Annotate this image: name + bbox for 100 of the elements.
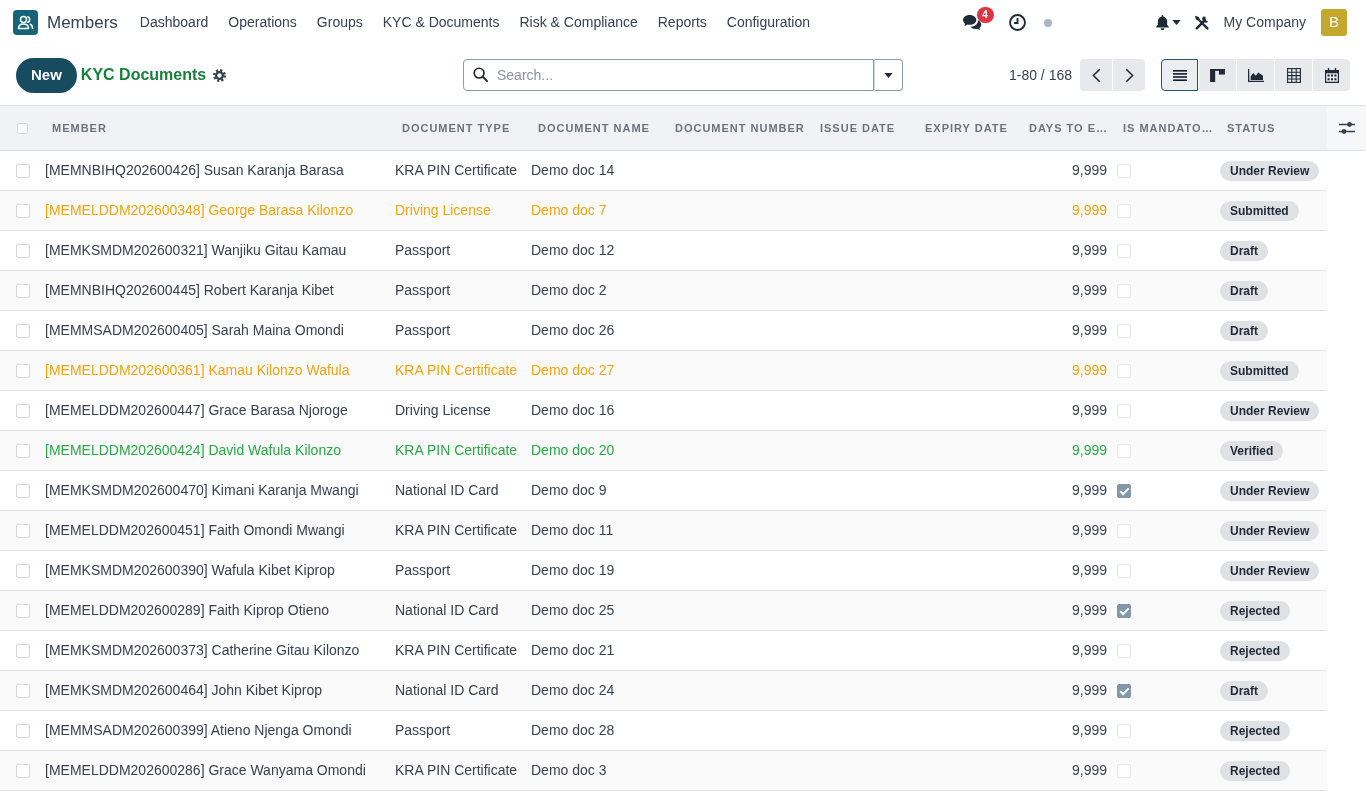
status-badge: Under Review bbox=[1220, 160, 1320, 181]
column-header[interactable]: DOCUMENT TYPE bbox=[390, 106, 526, 150]
previous-page-button[interactable] bbox=[1080, 59, 1112, 91]
table-cell: Demo doc 14 bbox=[526, 150, 663, 190]
gear-icon[interactable] bbox=[213, 68, 227, 82]
status-badge: Rejected bbox=[1220, 760, 1291, 781]
company-name[interactable]: My Company bbox=[1223, 12, 1306, 33]
table-cell: National ID Card bbox=[390, 590, 526, 630]
row-checkbox[interactable] bbox=[16, 363, 30, 378]
status-badge: Submitted bbox=[1220, 200, 1299, 221]
row-checkbox[interactable] bbox=[16, 763, 30, 778]
table-cell: 9,999 bbox=[1017, 750, 1111, 790]
row-checkbox[interactable] bbox=[16, 723, 30, 738]
row-checkbox[interactable] bbox=[16, 283, 30, 298]
table-cell: Demo doc 28 bbox=[526, 710, 663, 750]
tools-icon[interactable] bbox=[1193, 14, 1210, 31]
menu-item[interactable]: Configuration bbox=[716, 12, 821, 33]
column-header[interactable]: DOCUMENT NAME bbox=[526, 106, 663, 150]
row-checkbox[interactable] bbox=[16, 323, 30, 338]
checkbox[interactable] bbox=[1117, 603, 1131, 618]
status-badge: Verified bbox=[1220, 440, 1284, 461]
table-cell: [MEMMSADM202600405] Sarah Maina Omondi bbox=[40, 310, 390, 350]
table-cell: KRA PIN Certificate bbox=[390, 430, 526, 470]
status-badge: Draft bbox=[1220, 320, 1268, 341]
table-cell: Passport bbox=[390, 230, 526, 270]
table-cell: Demo doc 21 bbox=[526, 630, 663, 670]
table-cell: Demo doc 26 bbox=[526, 310, 663, 350]
checkbox[interactable] bbox=[1117, 683, 1131, 698]
table-cell: [MEMELDDM202600289] Faith Kiprop Otieno bbox=[40, 590, 390, 630]
menu-item[interactable]: KYC & Documents bbox=[372, 12, 510, 33]
table-cell: Passport bbox=[390, 710, 526, 750]
table-cell: Demo doc 19 bbox=[526, 550, 663, 590]
table-cell: Passport bbox=[390, 270, 526, 310]
table-cell: [MEMELDDM202600447] Grace Barasa Njoroge bbox=[40, 390, 390, 430]
status-badge: Draft bbox=[1220, 280, 1268, 301]
column-header[interactable]: STATUS bbox=[1215, 106, 1327, 150]
table-cell: Demo doc 25 bbox=[526, 590, 663, 630]
table-cell: [MEMMSADM202600399] Atieno Njenga Omondi bbox=[40, 710, 390, 750]
table-cell: [MEMELDDM202600348] George Barasa Kilonzo bbox=[40, 190, 390, 230]
table-cell: [MEMELDDM202600286] Grace Wanyama Omondi bbox=[40, 750, 390, 790]
menu-item[interactable]: Groups bbox=[306, 12, 373, 33]
row-checkbox[interactable] bbox=[16, 643, 30, 658]
row-checkbox[interactable] bbox=[16, 243, 30, 258]
table-cell: [MEMKSMDM202600464] John Kibet Kiprop bbox=[40, 670, 390, 710]
table-cell: Passport bbox=[390, 310, 526, 350]
app-name[interactable]: Members bbox=[47, 9, 118, 36]
menu-item[interactable]: Operations bbox=[218, 12, 307, 33]
table-cell: [MEMELDDM202600424] David Wafula Kilonzo bbox=[40, 430, 390, 470]
next-page-button[interactable] bbox=[1113, 59, 1145, 91]
status-badge: Under Review bbox=[1220, 560, 1320, 581]
new-button[interactable]: New bbox=[16, 57, 77, 93]
chat-icon[interactable] bbox=[961, 14, 983, 31]
status-badge: Under Review bbox=[1220, 400, 1320, 421]
table-cell: 9,999 bbox=[1017, 430, 1111, 470]
search-options-button[interactable] bbox=[874, 59, 903, 91]
menu-item[interactable]: Reports bbox=[647, 12, 717, 33]
table-cell: 9,999 bbox=[1017, 630, 1111, 670]
kanban-view-button[interactable] bbox=[1199, 59, 1236, 91]
row-checkbox[interactable] bbox=[16, 443, 30, 458]
row-checkbox[interactable] bbox=[16, 483, 30, 498]
calendar-view-button[interactable] bbox=[1313, 59, 1350, 91]
clock-icon[interactable] bbox=[1008, 14, 1026, 31]
menu-item[interactable]: Dashboard bbox=[129, 12, 219, 33]
row-checkbox[interactable] bbox=[16, 683, 30, 698]
status-badge: Submitted bbox=[1220, 360, 1299, 381]
row-checkbox[interactable] bbox=[16, 403, 30, 418]
column-header[interactable]: IS MANDATO… bbox=[1111, 106, 1215, 150]
sliders-icon[interactable] bbox=[1338, 120, 1355, 135]
column-header[interactable]: ISSUE DATE bbox=[808, 106, 913, 150]
table-cell: Driving License bbox=[390, 390, 526, 430]
table-cell: KRA PIN Certificate bbox=[390, 510, 526, 550]
status-badge: Under Review bbox=[1220, 480, 1320, 501]
search-field[interactable]: Search... bbox=[463, 59, 874, 91]
pivot-view-button[interactable] bbox=[1275, 59, 1312, 91]
list-icon bbox=[1172, 69, 1187, 81]
column-header[interactable]: EXPIRY DATE bbox=[913, 106, 1017, 150]
table-cell: 9,999 bbox=[1017, 350, 1111, 390]
menu-item[interactable]: Risk & Compliance bbox=[509, 12, 648, 33]
bell-icon[interactable] bbox=[1155, 15, 1169, 30]
caret-icon bbox=[884, 72, 893, 78]
status-badge: Rejected bbox=[1220, 600, 1291, 621]
people-icon[interactable] bbox=[13, 10, 38, 35]
column-header[interactable]: MEMBER bbox=[40, 106, 390, 150]
row-checkbox[interactable] bbox=[16, 203, 30, 218]
checkbox[interactable] bbox=[1117, 483, 1131, 498]
breadcrumb-title: KYC Documents bbox=[80, 65, 207, 85]
column-header[interactable]: DAYS TO E… bbox=[1017, 106, 1111, 150]
caret-icon[interactable] bbox=[1171, 20, 1181, 25]
row-checkbox[interactable] bbox=[16, 163, 30, 178]
row-checkbox[interactable] bbox=[16, 523, 30, 538]
row-checkbox[interactable] bbox=[16, 603, 30, 618]
column-header[interactable]: DOCUMENT NUMBER bbox=[663, 106, 808, 150]
table-cell: National ID Card bbox=[390, 670, 526, 710]
table-cell: [MEMKSMDM202600390] Wafula Kibet Kiprop bbox=[40, 550, 390, 590]
row-checkbox[interactable] bbox=[16, 563, 30, 578]
table-cell: Demo doc 7 bbox=[526, 190, 663, 230]
table-cell: Demo doc 16 bbox=[526, 390, 663, 430]
graph-view-button[interactable] bbox=[1237, 59, 1274, 91]
list-view-button[interactable] bbox=[1161, 59, 1198, 91]
select-all-checkbox[interactable] bbox=[17, 123, 28, 135]
